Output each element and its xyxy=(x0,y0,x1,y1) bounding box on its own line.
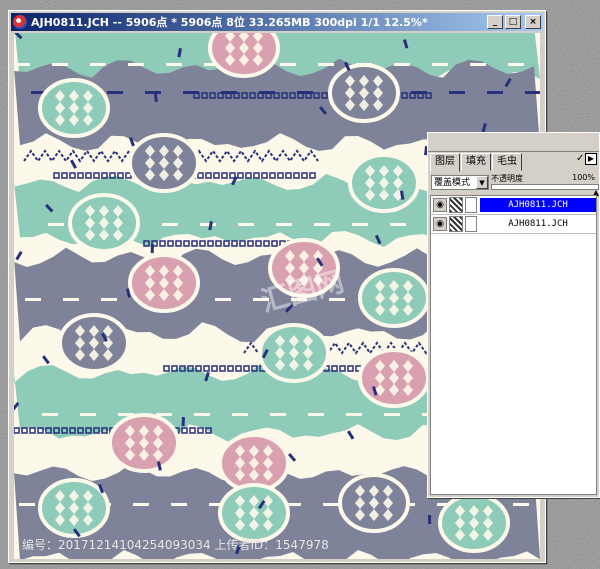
app-icon xyxy=(13,15,27,29)
minimize-button[interactable]: _ xyxy=(487,15,503,29)
title-bar[interactable]: AJH0811.JCH -- 5906点 * 5906点 8位 33.265MB… xyxy=(11,13,543,31)
layer-lock-icon[interactable] xyxy=(449,197,463,213)
panel-header[interactable] xyxy=(428,133,599,152)
panel-tabs: 图层 填充 毛虫 xyxy=(430,153,523,172)
watermark-text: 编号：20171214104254093034 上传者ID：1547978 xyxy=(22,538,329,552)
panel-menu-arrow-icon[interactable]: ▶ xyxy=(585,153,597,165)
layer-row[interactable]: ◉ AJH0811.JCH xyxy=(431,196,596,215)
layer-name[interactable]: AJH0811.JCH xyxy=(480,198,596,212)
panel-check-icon[interactable]: ✓ xyxy=(576,154,585,164)
layer-row[interactable]: ◉ AJH0811.JCH xyxy=(431,215,596,234)
chevron-down-icon[interactable]: ▼ xyxy=(476,176,488,189)
opacity-value: 100% xyxy=(572,173,595,182)
tab-fill[interactable]: 填充 xyxy=(461,153,491,171)
tab-caterpillar[interactable]: 毛虫 xyxy=(492,153,522,171)
maximize-button[interactable]: □ xyxy=(505,15,521,29)
layer-thumbnail xyxy=(465,197,477,213)
layer-lock-icon[interactable] xyxy=(449,216,463,232)
layer-thumbnail xyxy=(465,216,477,232)
eye-icon[interactable]: ◉ xyxy=(433,217,447,231)
close-button[interactable]: × xyxy=(525,15,541,29)
layer-list: ◉ AJH0811.JCH ◉ AJH0811.JCH xyxy=(430,195,597,495)
opacity-slider[interactable] xyxy=(491,184,599,190)
layer-name[interactable]: AJH0811.JCH xyxy=(480,217,596,231)
eye-icon[interactable]: ◉ xyxy=(433,198,447,212)
layers-panel[interactable]: 图层 填充 毛虫 ✓ ▶ 覆盖模式 ▼ 不透明度 100% ▲ ◉ AJH081… xyxy=(427,132,600,498)
window-title: AJH0811.JCH -- 5906点 * 5906点 8位 33.265MB… xyxy=(31,16,428,29)
opacity-label: 不透明度 xyxy=(491,174,523,183)
tab-layers[interactable]: 图层 xyxy=(430,153,460,172)
